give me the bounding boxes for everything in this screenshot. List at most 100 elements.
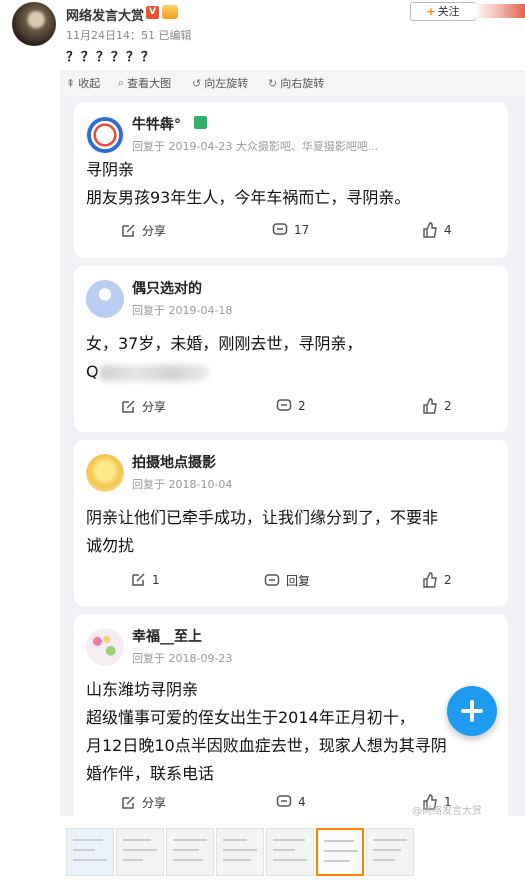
comment-card: 拍摄地点摄影 回复于 2018-10-04 阴亲让他们已牵手成功，让我们缘分到了… <box>74 440 508 606</box>
comment-line: 诚勿扰 <box>86 536 135 555</box>
commenter-name[interactable]: 拍摄地点摄影 <box>132 452 216 472</box>
commenter-avatar[interactable] <box>86 628 124 666</box>
commenter-avatar[interactable] <box>86 116 124 154</box>
author-name[interactable]: 网络发言大赏 <box>66 5 144 24</box>
thumbnail[interactable] <box>266 828 314 876</box>
comment-card: 偶只选对的 回复于 2019-04-18 女，37岁，未婚，刚刚去世，寻阴亲， … <box>74 266 508 432</box>
commenter-name[interactable]: 牛牪犇° <box>132 114 181 134</box>
post-header: 网络发言大赏 V 11月24日14：51 已编辑 + 关注 ？？？？？？ <box>0 0 525 70</box>
post-text: ？？？？？？ <box>66 50 157 65</box>
header-decoration <box>474 4 525 18</box>
image-toolbar: ⇞ 收起 ⌕ 查看大图 ↺ 向左旋转 ↻ 向右旋转 <box>60 70 525 96</box>
share-label: 分享 <box>142 224 167 238</box>
share-count: 1 <box>152 573 160 587</box>
view-large-label: 查看大图 <box>127 77 172 90</box>
post-image[interactable]: 牛牪犇° 回复于 2019-04-23 大众摄影吧、华夏摄影吧吧... 寻阴亲 … <box>60 96 525 816</box>
comment-body: 寻阴亲 朋友男孩93年生人，今年车祸而亡，寻阴亲。 <box>86 156 496 212</box>
rotate-right-label: 向右旋转 <box>280 77 325 90</box>
redacted-contact <box>98 364 209 381</box>
thumbnail[interactable] <box>166 828 214 876</box>
reply-meta: 回复于 2019-04-23 大众摄影吧、华夏摄影吧吧... <box>132 140 379 153</box>
comment-line: 朋友男孩93年生人，今年车祸而亡，寻阴亲。 <box>86 188 411 207</box>
comment-icon <box>264 573 280 586</box>
thumbs-up-icon <box>423 222 437 238</box>
comment-line: 月12日晚10点半因败血症去世，现家人想为其寻阴 <box>86 736 447 755</box>
comment-icon <box>276 399 292 411</box>
action-bar: 1 回复 2 <box>74 572 508 592</box>
like-button[interactable]: 2 <box>422 398 452 414</box>
rotate-right-icon: ↻ <box>268 76 278 90</box>
comment-line: 超级懂事可爱的侄女出生于2014年正月初十， <box>86 708 415 727</box>
thumbnail[interactable] <box>116 828 164 876</box>
commenter-avatar[interactable] <box>86 280 124 318</box>
comment-line: 婚作伴，联系电话 <box>86 764 215 783</box>
thumbnail[interactable] <box>216 828 264 876</box>
thumbs-up-icon <box>423 398 437 414</box>
comment-line: 女，37岁，未婚，刚刚去世，寻阴亲， <box>86 334 363 353</box>
collapse-button[interactable]: ⇞ 收起 <box>66 75 100 91</box>
collapse-label: 收起 <box>78 77 101 90</box>
rotate-left-button[interactable]: ↺ 向左旋转 <box>192 75 248 91</box>
author-avatar[interactable] <box>12 2 56 46</box>
comment-icon <box>276 795 292 807</box>
level-badge-icon <box>194 116 207 129</box>
share-icon <box>122 795 135 809</box>
comment-line: 寻阴亲 <box>86 160 135 179</box>
commenter-name[interactable]: 偶只选对的 <box>132 278 202 298</box>
comment-body: 女，37岁，未婚，刚刚去世，寻阴亲， Q <box>86 330 496 386</box>
reply-button[interactable]: 回复 <box>264 572 310 589</box>
like-count: 2 <box>444 573 452 587</box>
zoom-icon: ⌕ <box>118 76 125 89</box>
like-button[interactable]: 2 <box>422 572 452 588</box>
rotate-right-button[interactable]: ↻ 向右旋转 <box>268 75 324 91</box>
comment-icon <box>272 223 288 235</box>
compose-plus-button[interactable] <box>447 686 497 736</box>
comment-button[interactable]: 4 <box>276 794 306 810</box>
rotate-left-icon: ↺ <box>192 76 202 90</box>
comment-line: 阴亲让他们已牵手成功，让我们缘分到了，不要非 <box>86 508 439 527</box>
reply-meta: 回复于 2018-10-04 <box>132 478 233 491</box>
comment-button[interactable]: 2 <box>276 398 306 414</box>
contact-prefix: Q <box>86 362 99 381</box>
like-count: 4 <box>444 223 452 237</box>
comment-button[interactable]: 17 <box>272 222 309 238</box>
comment-card: 牛牪犇° 回复于 2019-04-23 大众摄影吧、华夏摄影吧吧... 寻阴亲 … <box>74 102 508 258</box>
share-icon <box>122 399 135 413</box>
comment-body: 阴亲让他们已牵手成功，让我们缘分到了，不要非 诚勿扰 <box>86 504 496 560</box>
view-large-button[interactable]: ⌕ 查看大图 <box>118 75 171 91</box>
commenter-avatar[interactable] <box>86 454 124 492</box>
comment-count: 2 <box>298 399 306 413</box>
commenter-name[interactable]: 幸福__至上 <box>132 626 202 646</box>
share-button[interactable]: 分享 <box>120 398 166 415</box>
action-bar: 分享 17 4 <box>74 222 508 242</box>
share-button[interactable]: 分享 <box>120 794 166 811</box>
share-icon <box>122 223 135 237</box>
comment-count: 17 <box>294 223 310 237</box>
like-button[interactable]: 4 <box>422 222 452 238</box>
thumbnail-active[interactable] <box>316 828 364 876</box>
share-button[interactable]: 1 <box>130 572 160 588</box>
thumbnail-strip <box>0 816 525 895</box>
comment-body: 山东潍坊寻阴亲 超级懂事可爱的侄女出生于2014年正月初十， 月12日晚10点半… <box>86 676 496 788</box>
comment-count: 4 <box>298 795 306 809</box>
follow-label: 关注 <box>437 5 460 18</box>
rotate-left-label: 向左旋转 <box>204 77 249 90</box>
comment-line: Q <box>86 358 496 386</box>
comment-line: 山东潍坊寻阴亲 <box>86 680 199 699</box>
share-icon <box>132 573 145 586</box>
thumbs-up-icon <box>423 572 437 588</box>
follow-button[interactable]: + 关注 <box>410 2 476 21</box>
reply-meta: 回复于 2018-09-23 <box>132 652 233 665</box>
share-button[interactable]: 分享 <box>120 222 166 239</box>
reply-label: 回复 <box>286 574 311 588</box>
collapse-icon: ⇞ <box>66 76 76 90</box>
share-label: 分享 <box>142 400 167 414</box>
thumbnail[interactable] <box>366 828 414 876</box>
comment-card: 幸福__至上 回复于 2018-09-23 山东潍坊寻阴亲 超级懂事可爱的侄女出… <box>74 614 508 816</box>
plus-icon: + <box>426 5 436 18</box>
verified-icon: V <box>146 6 159 19</box>
reply-meta: 回复于 2019-04-18 <box>132 304 233 317</box>
member-badge-icon <box>162 5 178 19</box>
like-count: 2 <box>444 399 452 413</box>
thumbnail[interactable] <box>66 828 114 876</box>
